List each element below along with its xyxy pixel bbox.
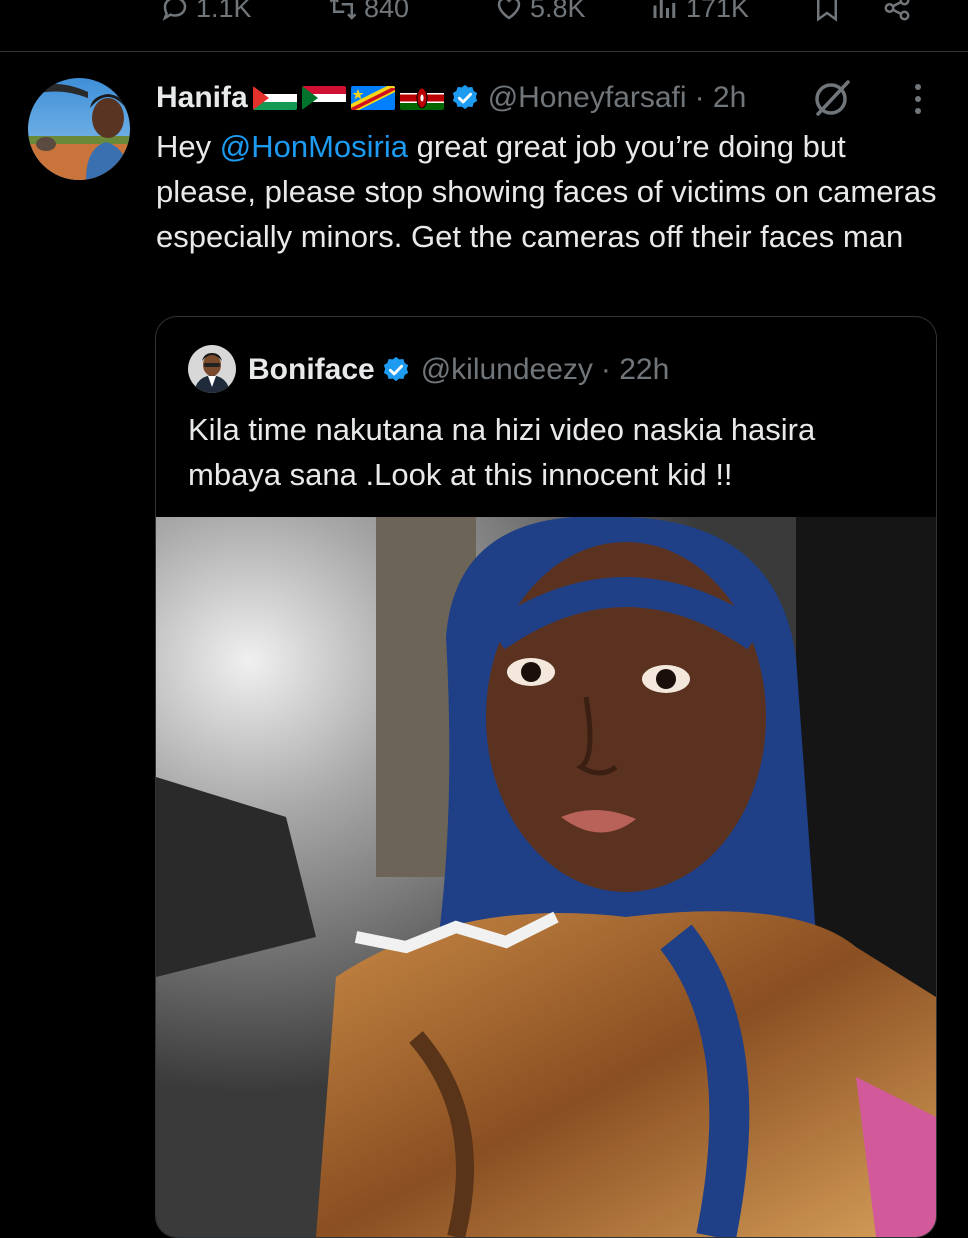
quoted-media-image[interactable] — [156, 517, 936, 1237]
bookmark-icon — [817, 0, 837, 22]
timestamp[interactable]: · 2h — [695, 81, 747, 115]
kenya-flag-icon — [399, 86, 444, 110]
tweet-text-start: Hey — [156, 129, 220, 164]
verified-badge-icon — [452, 84, 477, 110]
quoted-tweet-text: Kila time nakutana na hizi video naskia … — [188, 412, 816, 492]
quoted-tweet-header: Boniface @kilundeezy · 22h — [248, 349, 669, 391]
verified-badge-icon — [383, 356, 408, 382]
reply-icon — [162, 0, 187, 21]
views-icon — [653, 0, 676, 18]
handle[interactable]: @Honeyfarsafi — [488, 81, 687, 115]
sudan-flag-icon — [301, 86, 346, 110]
views-button[interactable]: 171K — [650, 0, 749, 28]
repost-button[interactable]: 840 — [328, 0, 409, 28]
quoted-timestamp: · 22h — [600, 353, 670, 386]
repost-count: 840 — [364, 0, 410, 23]
tweet-text: Hey @HonMosiria great great job you’re d… — [156, 124, 946, 259]
more-icon[interactable] — [904, 80, 932, 118]
like-count: 5.8K — [530, 0, 586, 23]
palestine-flag-icon — [252, 86, 297, 110]
bookmark-button[interactable] — [812, 0, 848, 28]
avatar[interactable] — [28, 78, 130, 180]
like-icon — [497, 0, 521, 20]
repost-icon — [329, 0, 357, 20]
reply-button[interactable]: 1.1K — [160, 0, 252, 28]
quoted-handle: @kilundeezy — [420, 353, 593, 386]
tweet-action-bar: 1.1K 840 5.8K 171K — [0, 0, 968, 40]
quoted-display-name: Boniface — [248, 353, 375, 386]
drc-flag-icon — [350, 86, 395, 110]
views-count: 171K — [686, 0, 750, 23]
quoted-avatar — [188, 345, 236, 393]
quoted-tweet-card[interactable]: Boniface @kilundeezy · 22h Kila time nak… — [155, 316, 937, 1238]
mention-link[interactable]: @HonMosiria — [220, 129, 408, 164]
divider — [0, 51, 968, 52]
like-button[interactable]: 5.8K — [494, 0, 586, 28]
share-button[interactable] — [882, 0, 918, 28]
grok-icon[interactable] — [812, 78, 852, 118]
tweet-header: Hanifa @Honeyfarsafi · 2h — [156, 78, 746, 118]
reply-count: 1.1K — [196, 0, 252, 23]
display-name[interactable]: Hanifa — [156, 81, 248, 115]
share-icon — [884, 0, 910, 21]
